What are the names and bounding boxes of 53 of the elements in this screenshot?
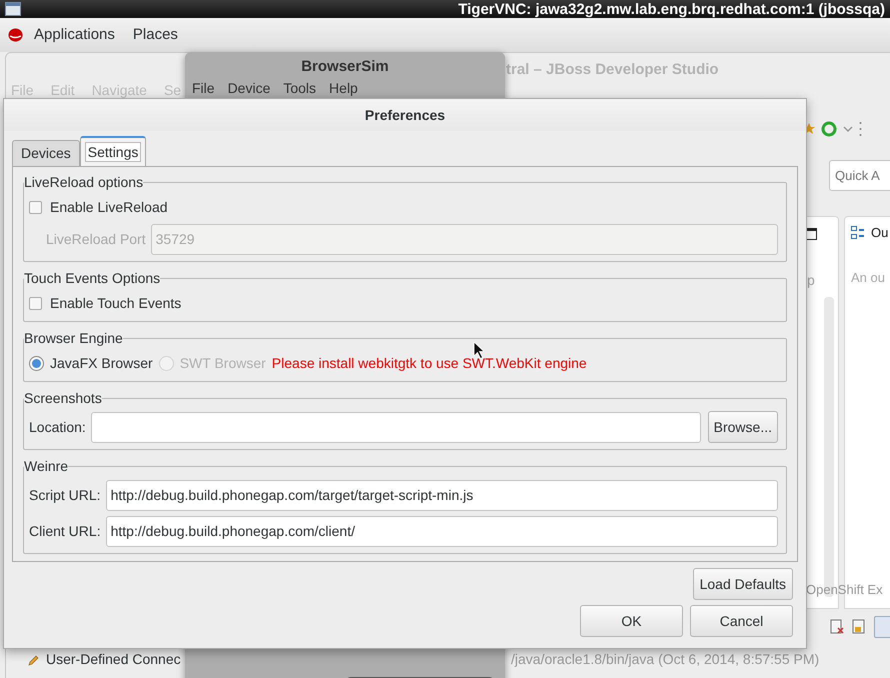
group-title: Browser Engine — [24, 329, 123, 348]
group-title: LiveReload options — [24, 173, 144, 192]
load-defaults-button[interactable]: Load Defaults — [692, 568, 793, 600]
group-title: Screenshots — [24, 389, 102, 408]
tab[interactable]: Devices — [12, 140, 80, 166]
lock-document-icon[interactable] — [852, 619, 866, 635]
pencil-icon — [28, 654, 40, 666]
checkbox-label: Enable Touch Events — [50, 294, 182, 312]
dialog-title: Preferences — [364, 106, 446, 124]
caret-icon[interactable] — [843, 126, 853, 132]
outline-tab[interactable]: Ou — [871, 223, 888, 242]
checkbox[interactable] — [29, 296, 42, 310]
ide-window-title: tral – JBoss Developer Studio — [506, 60, 719, 80]
radio-label: JavaFX Browser — [50, 354, 153, 372]
radio-button[interactable] — [29, 356, 44, 370]
browsersim-menu-item[interactable]: Help — [329, 78, 358, 99]
text-field[interactable]: http://debug.build.phonegap.com/target/target-script-min.js — [106, 480, 778, 510]
tab[interactable]: Settings — [80, 136, 146, 167]
browsersim-title: BrowserSim — [301, 56, 389, 77]
document-icon[interactable] — [830, 619, 844, 635]
group-title: Touch Events Options — [24, 269, 160, 288]
dialog-button[interactable]: Cancel — [690, 605, 793, 637]
panel-menu[interactable]: Places — [130, 24, 181, 46]
view-text: p — [807, 271, 815, 290]
outline-icon — [851, 226, 865, 240]
text-field[interactable]: http://debug.build.phonegap.com/client/ — [106, 516, 778, 546]
panel-menu[interactable]: Applications — [31, 24, 118, 46]
refresh-icon[interactable] — [821, 121, 837, 137]
toolbar-grip-icon — [859, 120, 862, 138]
browsersim-menu-item[interactable]: Device — [228, 78, 270, 99]
window-icon — [5, 2, 21, 16]
window-title: TigerVNC: jawa32g2.mw.lab.eng.brq.redhat.com:1 (jbossqa) — [458, 2, 885, 16]
hat-icon — [8, 28, 23, 42]
console-text: /java/oracle1.8/bin/java (Oct 6, 2014, 8:57:55 PM) — [511, 650, 820, 669]
field-label: Client URL: — [29, 522, 101, 540]
checkbox[interactable] — [29, 200, 42, 214]
radio-label: SWT Browser — [180, 354, 266, 372]
browse-button[interactable]: Browse... — [708, 411, 778, 443]
mouse-pointer-icon — [473, 341, 484, 359]
pin-button[interactable] — [874, 616, 890, 638]
tree-item[interactable]: User-Defined Connec — [46, 649, 181, 670]
group-title: Weinre — [24, 457, 68, 476]
outline-message: An ou — [851, 269, 885, 287]
checkbox-label: Enable LiveReload — [50, 198, 168, 216]
dialog-button[interactable]: OK — [580, 605, 683, 637]
quick-access-field[interactable]: Quick A — [829, 160, 890, 191]
text-field[interactable] — [90, 412, 701, 442]
field-label: Location: — [29, 418, 86, 436]
field-label: LiveReload Port — [46, 230, 146, 248]
field-label: Script URL: — [29, 486, 101, 505]
browsersim-menu-item[interactable]: Tools — [283, 78, 316, 99]
browsersim-menu-item[interactable]: File — [192, 78, 215, 99]
warning-message: Please install webkitgtk to use SWT.WebKit engine — [272, 354, 587, 373]
